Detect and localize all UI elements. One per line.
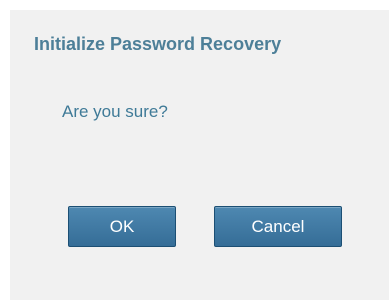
confirm-dialog: Initialize Password Recovery Are you sur…: [10, 10, 389, 300]
dialog-message: Are you sure?: [62, 102, 168, 121]
ok-button[interactable]: OK: [68, 206, 176, 247]
dialog-title: Initialize Password Recovery: [34, 34, 282, 54]
background-page-strip: [0, 0, 389, 6]
cancel-button[interactable]: Cancel: [214, 206, 342, 247]
